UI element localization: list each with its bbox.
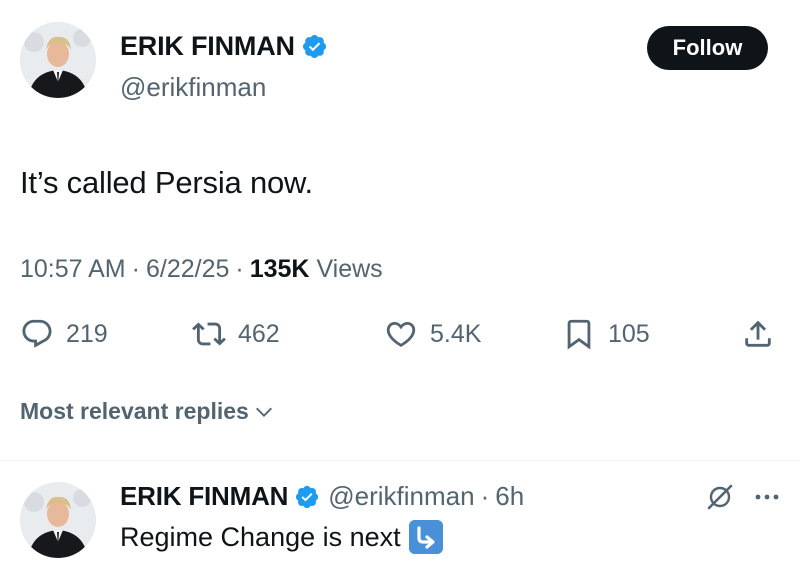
reply-author-handle[interactable]: @erikfinman [328,481,474,512]
share-icon [741,317,775,351]
more-options-icon[interactable] [752,482,782,512]
retweet-button[interactable]: 462 [192,314,280,354]
meta-separator: · [235,255,244,283]
chevron-down-icon [253,401,275,423]
heart-icon [384,317,418,351]
reply-header: ERIK FINMAN @erikfinman · 6h [120,481,524,512]
reply-icon [20,317,54,351]
bookmark-icon [562,317,596,351]
like-button[interactable]: 5.4K [384,314,481,354]
author-display-name[interactable]: ERIK FINMAN [120,31,295,62]
reply-text-row: Regime Change is next [120,520,443,554]
follow-button[interactable]: Follow [647,26,768,70]
divider [0,460,800,461]
reply-count: 219 [66,319,108,348]
views-count: 135K [249,255,310,283]
views-label: Views [316,255,383,283]
tweet-time[interactable]: 10:57 AM [20,255,126,283]
share-button[interactable] [741,314,775,354]
reply-time[interactable]: 6h [495,481,524,512]
tweet-date[interactable]: 6/22/25 [146,255,229,283]
reply-separator: · [480,481,490,511]
grok-icon[interactable] [705,482,735,512]
tweet-detail-view: ERIK FINMAN @erikfinman Follow It’s call… [0,0,800,580]
tweet-meta: 10:57 AM · 6/22/25 · 135K Views [20,255,383,284]
retweet-icon [192,317,226,351]
reply-text: Regime Change is next [120,521,401,552]
tweet-text: It’s called Persia now. [20,165,313,200]
replies-sort-dropdown[interactable]: Most relevant replies [20,398,275,425]
retweet-count: 462 [238,319,280,348]
bookmark-count: 105 [608,319,650,348]
reply-button[interactable]: 219 [20,314,108,354]
verified-badge-icon [294,484,320,510]
meta-separator: · [131,255,140,283]
verified-badge-icon [301,33,328,60]
like-count: 5.4K [430,319,482,348]
reply-author-avatar[interactable] [20,482,96,558]
replies-sort-label: Most relevant replies [20,398,249,424]
author-avatar[interactable] [20,22,96,98]
author-handle[interactable]: @erikfinman [120,72,266,103]
bookmark-button[interactable]: 105 [562,314,650,354]
reply-author-display-name[interactable]: ERIK FINMAN [120,481,288,512]
arrow-down-right-emoji-icon [408,520,443,554]
author-name-row[interactable]: ERIK FINMAN [120,31,328,62]
